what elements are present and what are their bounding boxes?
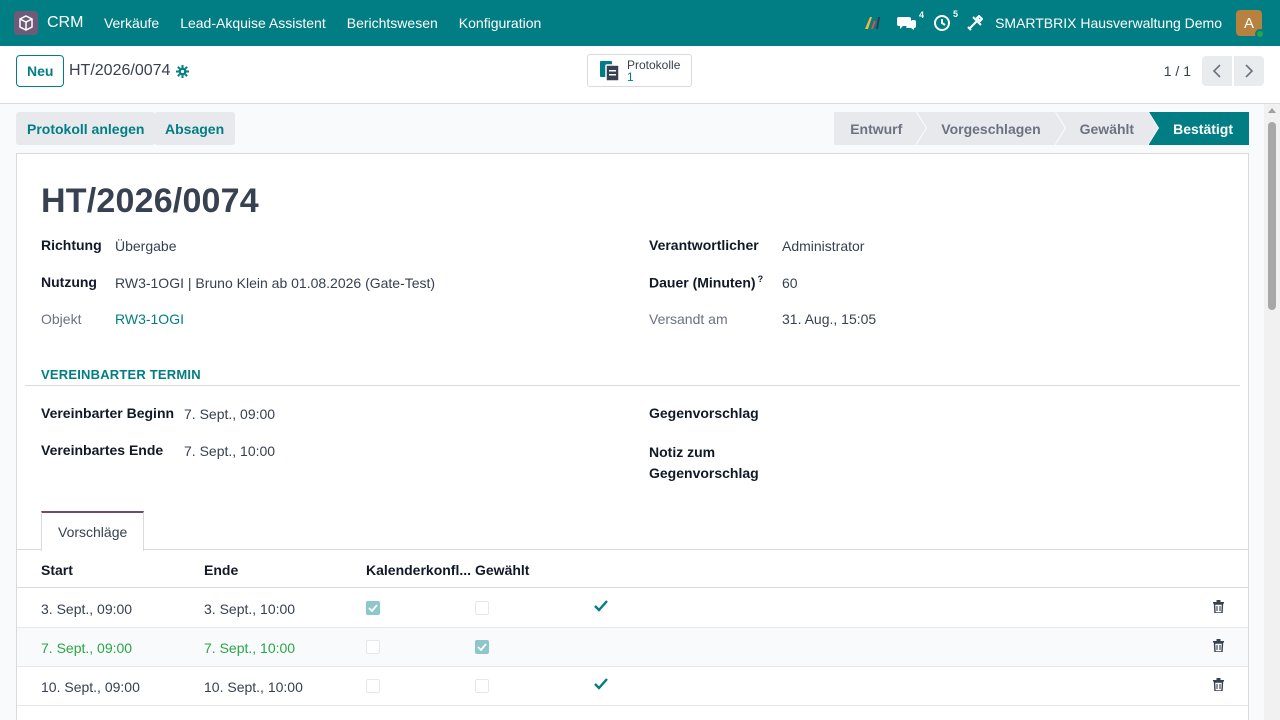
ende-value[interactable]: 7. Sept., 10:00 bbox=[184, 443, 275, 459]
pager-previous-button[interactable] bbox=[1202, 56, 1232, 86]
breadcrumb-record: HT/2026/0074 bbox=[69, 62, 171, 79]
form-sheet: HT/2026/0074 Richtung Übergabe Nutzung R… bbox=[16, 153, 1249, 720]
objekt-label: Objekt bbox=[41, 311, 82, 327]
protokoll-anlegen-button[interactable]: Protokoll anlegen bbox=[16, 112, 156, 145]
app-menu-icon[interactable] bbox=[14, 11, 38, 35]
cell-start: 10. Sept., 09:00 bbox=[41, 679, 140, 695]
dauer-label-text: Dauer (Minuten) bbox=[649, 274, 756, 291]
activities-badge: 5 bbox=[953, 9, 959, 19]
stage-gewaehlt[interactable]: Gewählt bbox=[1055, 112, 1160, 145]
objekt-link[interactable]: RW3-1OGI bbox=[115, 311, 184, 327]
gewaehlt-checkbox bbox=[475, 601, 489, 615]
cell-ende: 10. Sept., 10:00 bbox=[204, 679, 303, 695]
column-start[interactable]: Start bbox=[41, 562, 73, 578]
table-row[interactable]: 10. Sept., 09:00 10. Sept., 10:00 bbox=[17, 667, 1248, 706]
protokolle-smart-button[interactable]: Protokolle 1 bbox=[587, 54, 692, 87]
stage-entwurf[interactable]: Entwurf bbox=[834, 112, 928, 145]
pager-value[interactable]: 1 / 1 bbox=[1164, 63, 1191, 79]
versandt-value: 31. Aug., 15:05 bbox=[782, 311, 877, 327]
verantwortlicher-value[interactable]: Administrator bbox=[782, 238, 864, 254]
ai-icon[interactable] bbox=[863, 15, 881, 31]
menu-lead-akquise[interactable]: Lead-Akquise Assistent bbox=[170, 15, 337, 31]
gewaehlt-checkbox bbox=[475, 679, 489, 693]
absagen-button[interactable]: Absagen bbox=[154, 112, 236, 145]
richtung-value[interactable]: Übergabe bbox=[115, 238, 177, 254]
notiz-label: Notiz zum Gegenvorschlag bbox=[649, 442, 759, 484]
beginn-label: Vereinbarter Beginn bbox=[41, 405, 175, 421]
tools-icon[interactable] bbox=[967, 15, 984, 31]
gewaehlt-checkbox bbox=[475, 640, 489, 654]
stage-pipeline: Entwurf Vorgeschlagen Gewählt Bestätigt bbox=[833, 112, 1249, 145]
kalenderkonflikt-checkbox bbox=[366, 640, 380, 654]
trash-icon[interactable] bbox=[1213, 639, 1224, 652]
column-ende[interactable]: Ende bbox=[204, 562, 238, 578]
pager-next-button[interactable] bbox=[1234, 56, 1264, 86]
column-gewaehlt[interactable]: Gewählt bbox=[475, 562, 529, 578]
scroll-thumb[interactable] bbox=[1268, 122, 1276, 310]
help-icon[interactable]: ? bbox=[758, 274, 764, 284]
nutzung-label: Nutzung bbox=[41, 274, 97, 290]
column-kalenderkonflikt[interactable]: Kalenderkonfl... bbox=[366, 562, 471, 578]
section-title: VEREINBARTER TERMIN bbox=[41, 367, 201, 382]
messages-badge: 4 bbox=[919, 10, 925, 20]
select-check-icon[interactable] bbox=[594, 600, 608, 612]
ende-label: Vereinbartes Ende bbox=[41, 442, 164, 458]
menu-berichtswesen[interactable]: Berichtswesen bbox=[336, 15, 448, 31]
versandt-label: Versandt am bbox=[649, 311, 728, 327]
chevron-right-icon bbox=[1245, 64, 1254, 78]
richtung-label: Richtung bbox=[41, 237, 102, 253]
menu-verkaeufe[interactable]: Verkäufe bbox=[93, 15, 169, 31]
section-divider bbox=[25, 385, 1240, 386]
gear-icon[interactable] bbox=[176, 64, 190, 78]
table-header: Start Ende Kalenderkonfl... Gewählt bbox=[17, 550, 1248, 588]
page-scrollbar[interactable] bbox=[1264, 104, 1280, 720]
online-status-icon bbox=[1255, 29, 1265, 39]
dauer-value[interactable]: 60 bbox=[782, 275, 798, 291]
documents-icon bbox=[599, 60, 621, 82]
status-bar: Protokoll anlegen Absagen Entwurf Vorges… bbox=[0, 104, 1264, 154]
scroll-up-icon[interactable] bbox=[1268, 108, 1276, 113]
company-switcher[interactable]: SMARTBRIX Hausverwaltung Demo bbox=[995, 15, 1222, 31]
notiz-label-line1: Notiz zum bbox=[649, 444, 716, 460]
verantwortlicher-label: Verantwortlicher bbox=[649, 237, 759, 253]
smart-button-count: 1 bbox=[627, 69, 634, 84]
select-check-icon[interactable] bbox=[594, 678, 608, 690]
stage-bestaetigt[interactable]: Bestätigt bbox=[1149, 112, 1249, 145]
control-panel: Neu HT/2026/0074 Protokolle 1 1 / 1 bbox=[0, 46, 1280, 104]
tab-vorschlaege[interactable]: Vorschläge bbox=[41, 511, 145, 551]
trash-icon[interactable] bbox=[1213, 678, 1224, 691]
smart-button-label: Protokolle bbox=[627, 57, 681, 72]
cell-start: 3. Sept., 09:00 bbox=[41, 601, 133, 617]
cell-ende: 3. Sept., 10:00 bbox=[204, 601, 296, 617]
table-row[interactable]: 3. Sept., 09:00 3. Sept., 10:00 bbox=[17, 589, 1248, 628]
breadcrumb: HT/2026/0074 bbox=[69, 62, 190, 80]
app-name[interactable]: CRM bbox=[47, 14, 83, 32]
new-button[interactable]: Neu bbox=[16, 55, 65, 87]
stage-vorgeschlagen[interactable]: Vorgeschlagen bbox=[917, 112, 1066, 145]
beginn-value[interactable]: 7. Sept., 09:00 bbox=[184, 406, 275, 422]
gegenvorschlag-label: Gegenvorschlag bbox=[649, 405, 759, 421]
menu-konfiguration[interactable]: Konfiguration bbox=[448, 15, 552, 31]
chevron-left-icon bbox=[1212, 64, 1221, 78]
notiz-label-line2: Gegenvorschlag bbox=[649, 465, 759, 481]
user-avatar[interactable]: A bbox=[1236, 10, 1265, 39]
kalenderkonflikt-checkbox bbox=[366, 679, 380, 693]
cell-ende: 7. Sept., 10:00 bbox=[204, 640, 296, 656]
avatar-letter: A bbox=[1243, 14, 1254, 32]
dauer-label: Dauer (Minuten)? bbox=[649, 274, 763, 291]
top-navbar: CRM Verkäufe Lead-Akquise Assistent Beri… bbox=[0, 0, 1280, 46]
cell-start: 7. Sept., 09:00 bbox=[41, 640, 133, 656]
messages-icon[interactable]: 4 bbox=[897, 10, 924, 31]
record-title: HT/2026/0074 bbox=[41, 182, 259, 220]
table-row[interactable]: 7. Sept., 09:00 7. Sept., 10:00 bbox=[17, 628, 1248, 667]
trash-icon[interactable] bbox=[1213, 600, 1224, 613]
activities-icon[interactable]: 5 bbox=[933, 9, 958, 32]
nutzung-value[interactable]: RW3-1OGI | Bruno Klein ab 01.08.2026 (Ga… bbox=[115, 275, 435, 291]
kalenderkonflikt-checkbox bbox=[366, 601, 380, 615]
